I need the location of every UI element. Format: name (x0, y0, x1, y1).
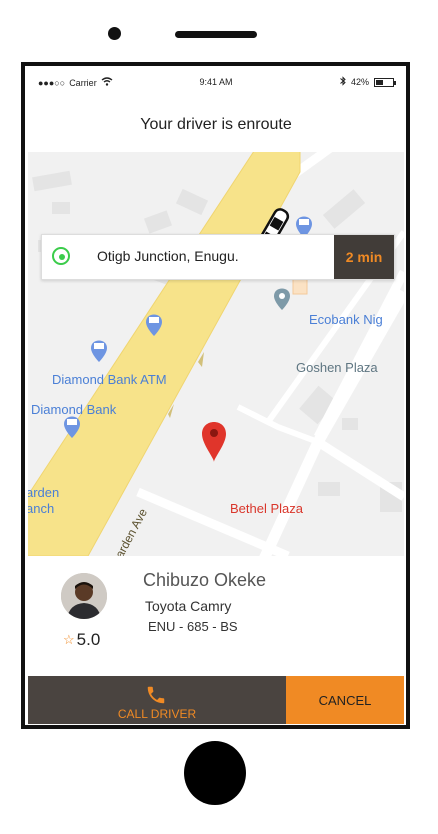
destination-card[interactable]: Otigb Junction, Enugu. 2 min (41, 234, 395, 280)
app-screen: ●●●○○ Carrier 9:41 AM 42% Your driver is… (28, 68, 404, 724)
map-label-diamond: Diamond Bank (31, 402, 117, 417)
plate-number: ENU - 685 - BS (148, 619, 238, 634)
map-canvas (28, 152, 404, 556)
driver-avatar (61, 573, 107, 619)
status-bar: ●●●○○ Carrier 9:41 AM 42% (28, 68, 404, 96)
cancel-button[interactable]: CANCEL (286, 676, 404, 724)
header: Your driver is enroute (28, 96, 404, 152)
diamond-bank-pin-icon (91, 340, 107, 362)
map-label-garden-2: anch (28, 501, 55, 516)
map-label-diamond-atm: Diamond Bank ATM (52, 372, 167, 387)
driver-panel: ☆ 5.0 Chibuzo Okeke Toyota Camry ENU - 6… (28, 556, 404, 676)
cancel-label: CANCEL (318, 692, 372, 708)
map-label-bethel: Bethel Plaza (230, 501, 303, 516)
destination-pin-icon (202, 422, 226, 462)
earpiece-speaker (175, 31, 257, 38)
battery-icon (374, 77, 396, 87)
page-title: Your driver is enroute (140, 116, 292, 133)
call-driver-button[interactable]: CALL DRIVER (28, 676, 286, 724)
map-view[interactable]: Ecobank Nig Goshen Plaza Diamond Bank AT… (28, 152, 404, 569)
battery-percent: 42% (350, 77, 369, 87)
bluetooth-icon (340, 76, 346, 88)
star-icon: ☆ (63, 632, 75, 647)
call-driver-label: CALL DRIVER (117, 707, 197, 721)
map-label-goshen: Goshen Plaza (296, 360, 378, 375)
driver-name: Chibuzo Okeke (143, 570, 267, 590)
car-model: Toyota Camry (145, 598, 232, 614)
map-label-garden-1: arden (28, 485, 60, 500)
map-label-ecobank: Ecobank Nig (309, 312, 383, 327)
home-button[interactable] (184, 741, 246, 805)
location-dot-icon (52, 247, 70, 265)
goshen-pin-icon (274, 288, 290, 310)
front-camera (108, 27, 121, 40)
rating-value: 5.0 (76, 630, 101, 649)
eta-badge: 2 min (334, 235, 394, 279)
destination-name: Otigb Junction, Enugu. (97, 248, 239, 264)
driver-rating: ☆ 5.0 (63, 630, 100, 650)
